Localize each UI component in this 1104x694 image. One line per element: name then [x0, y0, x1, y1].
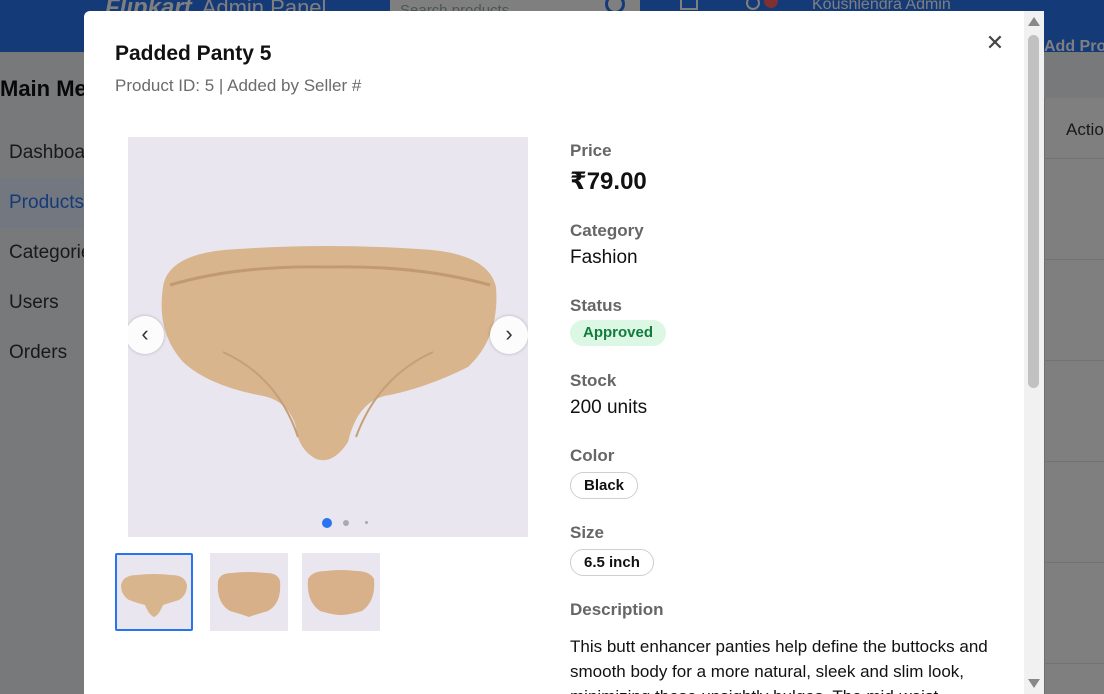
- description-label: Description: [570, 600, 664, 619]
- size-label: Size: [570, 523, 605, 542]
- color-label: Color: [570, 446, 615, 465]
- scrollbar-thumb[interactable]: [1028, 35, 1039, 388]
- product-subtitle: Product ID: 5 | Added by Seller #: [115, 76, 362, 95]
- thumbnail-2[interactable]: [210, 553, 288, 631]
- thumbnail-photo: [121, 574, 187, 617]
- chevron-right-icon[interactable]: ›: [490, 316, 528, 354]
- carousel-dot-active[interactable]: [322, 518, 332, 528]
- category-value: Fashion: [570, 247, 638, 268]
- thumbnail-photo: [307, 570, 375, 615]
- price-label: Price: [570, 141, 612, 160]
- carousel-dots: [318, 517, 378, 528]
- modal-scrollbar[interactable]: [1024, 11, 1044, 694]
- category-label: Category: [570, 221, 644, 240]
- size-chip: 6.5 inch: [570, 549, 654, 576]
- thumbnail-1[interactable]: [115, 553, 193, 631]
- stock-label: Stock: [570, 371, 617, 390]
- stock-value: 200 units: [570, 397, 648, 418]
- color-chip: Black: [570, 472, 639, 499]
- scroll-up-icon[interactable]: [1028, 17, 1040, 26]
- description-text: This butt enhancer panties help define t…: [570, 637, 988, 694]
- status-label: Status: [570, 296, 622, 315]
- carousel-dot[interactable]: [343, 520, 349, 526]
- price-value: ₹79.00: [570, 168, 647, 195]
- product-photo: [128, 137, 528, 537]
- thumbnail-photo: [217, 572, 281, 617]
- status-badge: Approved: [570, 320, 667, 346]
- carousel-dot[interactable]: [365, 521, 368, 524]
- thumbnail-3[interactable]: [302, 553, 380, 631]
- product-title: Padded Panty 5: [115, 42, 272, 65]
- product-details-modal: Padded Panty 5 Product ID: 5 | Added by …: [84, 11, 1044, 694]
- close-icon[interactable]: ✕: [983, 31, 1007, 55]
- product-main-image: ‹ ›: [128, 137, 528, 537]
- scroll-down-icon[interactable]: [1028, 679, 1040, 688]
